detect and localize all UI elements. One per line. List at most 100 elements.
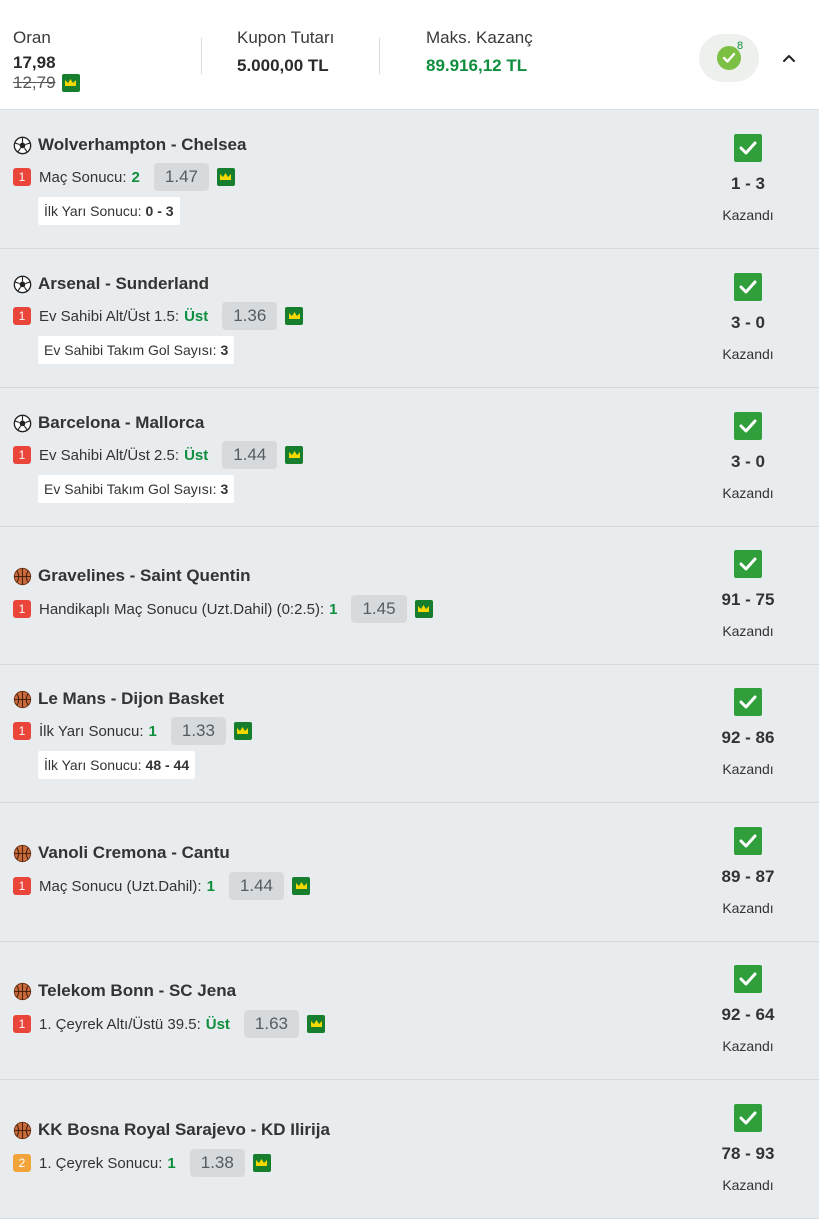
bet-number-badge: 1: [13, 722, 31, 740]
result-status: Kazandı: [722, 761, 774, 777]
bet-selection: 1: [206, 877, 215, 895]
match-score: 1 - 3: [730, 174, 766, 193]
odd-value: 1.44: [222, 441, 278, 469]
crown-icon: [414, 600, 433, 618]
bet-line: 1 Maç Sonucu (Uzt.Dahil): 1 1.44: [13, 872, 310, 900]
check-icon: [734, 273, 762, 301]
odd-value: 1.63: [243, 1010, 300, 1038]
maks-label: Maks. Kazanç: [426, 28, 533, 47]
kupon-label: Kupon Tutarı: [237, 28, 335, 47]
maks-block: Maks. Kazanç 89.916,12 TL: [426, 28, 533, 76]
match-row[interactable]: Vanoli Cremona - Cantu 1 Maç Sonucu (Uzt.D…: [0, 803, 819, 942]
match-name: Gravelines - Saint Quentin: [38, 566, 251, 585]
info-label: İlk Yarı Sonucu:: [44, 203, 142, 219]
basketball-icon: [13, 844, 32, 863]
bet-selection: 2: [131, 168, 140, 186]
info-chip: Ev Sahibi Takım Gol Sayısı: 3: [38, 336, 235, 364]
chevron-up-icon: [783, 54, 795, 62]
crown-icon: [233, 722, 252, 740]
match-title: Gravelines - Saint Quentin: [13, 566, 251, 586]
result-status: Kazandı: [722, 207, 774, 223]
bet-label: İlk Yarı Sonucu:: [39, 722, 144, 740]
info-value: 48 - 44: [145, 757, 190, 773]
crown-icon: [285, 446, 304, 464]
bet-number-badge: 1: [13, 446, 31, 464]
coupon-summary-header: Oran 17,98 12,79 Kupon Tutarı 5.000,00 T…: [0, 0, 819, 110]
match-row[interactable]: Arsenal - Sunderland 1 Ev Sahibi Alt/Üst 1…: [0, 249, 819, 388]
odd-value: 1.38: [189, 1149, 245, 1177]
header-divider: [379, 38, 380, 74]
soccer-ball-icon: [13, 414, 32, 433]
bet-line: 1 1. Çeyrek Altı/Üstü 39.5: Üst 1.63: [13, 1010, 326, 1038]
crown-icon: [61, 74, 80, 92]
match-score: 92 - 64: [721, 1005, 775, 1024]
match-name: Telekom Bonn - SC Jena: [38, 981, 237, 1000]
info-chip: İlk Yarı Sonucu: 0 - 3: [38, 197, 180, 225]
bet-label: Ev Sahibi Alt/Üst 1.5:: [39, 307, 180, 325]
match-row[interactable]: KK Bosna Royal Sarajevo - KD Ilirija 2 1. …: [0, 1080, 819, 1219]
match-row[interactable]: Telekom Bonn - SC Jena 1 1. Çeyrek Altı/Üs…: [0, 941, 819, 1080]
won-count-badge: 8: [737, 40, 744, 52]
soccer-ball-icon: [13, 136, 32, 155]
check-icon: [734, 550, 762, 578]
maks-value: 89.916,12 TL: [426, 56, 528, 75]
odd-value: 1.36: [222, 302, 278, 330]
match-title: Barcelona - Mallorca: [13, 413, 204, 433]
bet-line: 1 Handikaplı Maç Sonucu (Uzt.Dahil) (0:2.…: [13, 595, 433, 623]
won-badge-button[interactable]: [699, 34, 759, 82]
result-block: 3 - 0 Kazandı: [698, 412, 798, 501]
match-score: 89 - 87: [721, 867, 775, 886]
oran-block: Oran 17,98 12,79: [13, 28, 80, 93]
match-name: Le Mans - Dijon Basket: [38, 689, 225, 708]
odd-value: 1.44: [228, 872, 284, 900]
check-icon: [734, 1104, 762, 1132]
info-chip: İlk Yarı Sonucu: 48 - 44: [38, 751, 196, 779]
bet-number-badge: 1: [13, 877, 31, 895]
check-icon: [734, 688, 762, 716]
check-icon: [734, 134, 762, 162]
header-divider: [201, 38, 202, 74]
bet-number-badge: 1: [13, 168, 31, 186]
bet-number-badge: 2: [13, 1154, 31, 1172]
match-row[interactable]: Le Mans - Dijon Basket 1 İlk Yarı Sonucu: 1…: [0, 664, 819, 803]
match-row[interactable]: Wolverhampton - Chelsea 1 Maç Sonucu: 2 1.47…: [0, 110, 819, 249]
info-chip: Ev Sahibi Takım Gol Sayısı: 3: [38, 475, 235, 503]
match-title: Telekom Bonn - SC Jena: [13, 981, 236, 1001]
collapse-button[interactable]: [778, 47, 800, 69]
bet-number-badge: 1: [13, 307, 31, 325]
result-block: 92 - 64 Kazandı: [698, 965, 798, 1054]
match-title: Le Mans - Dijon Basket: [13, 689, 224, 709]
result-status: Kazandı: [722, 1177, 774, 1193]
bet-selection: Üst: [205, 1015, 230, 1033]
bet-label: 1. Çeyrek Sonucu:: [39, 1154, 163, 1172]
result-block: 3 - 0 Kazandı: [698, 273, 798, 362]
match-row[interactable]: Barcelona - Mallorca 1 Ev Sahibi Alt/Üst 2…: [0, 388, 819, 527]
bet-selection: Üst: [184, 446, 209, 464]
result-status: Kazandı: [722, 900, 774, 916]
oran-value: 17,98: [13, 53, 56, 72]
bet-label: Maç Sonucu:: [39, 168, 127, 186]
bet-label: Ev Sahibi Alt/Üst 2.5:: [39, 446, 180, 464]
bet-label: Maç Sonucu (Uzt.Dahil):: [39, 877, 202, 895]
info-value: 3: [220, 481, 229, 497]
bet-selection: 1: [329, 600, 338, 618]
check-icon: [734, 412, 762, 440]
info-label: Ev Sahibi Takım Gol Sayısı:: [44, 481, 217, 497]
match-name: Wolverhampton - Chelsea: [38, 135, 247, 154]
soccer-ball-icon: [13, 275, 32, 294]
match-row[interactable]: Gravelines - Saint Quentin 1 Handikaplı Ma…: [0, 526, 819, 665]
info-value: 3: [220, 342, 229, 358]
bet-line: 1 İlk Yarı Sonucu: 1 1.33: [13, 717, 252, 745]
bet-line: 1 Ev Sahibi Alt/Üst 2.5: Üst 1.44: [13, 441, 304, 469]
basketball-icon: [13, 690, 32, 709]
check-icon: [734, 827, 762, 855]
kupon-block: Kupon Tutarı 5.000,00 TL: [237, 28, 334, 76]
basketball-icon: [13, 982, 32, 1001]
result-block: 78 - 93 Kazandı: [698, 1104, 798, 1193]
bet-line: 2 1. Çeyrek Sonucu: 1 1.38: [13, 1149, 271, 1177]
bet-line: 1 Maç Sonucu: 2 1.47: [13, 163, 235, 191]
oran-old-value: 12,79: [13, 73, 56, 92]
match-name: Barcelona - Mallorca: [38, 413, 205, 432]
result-status: Kazandı: [722, 485, 774, 501]
check-icon: [734, 965, 762, 993]
